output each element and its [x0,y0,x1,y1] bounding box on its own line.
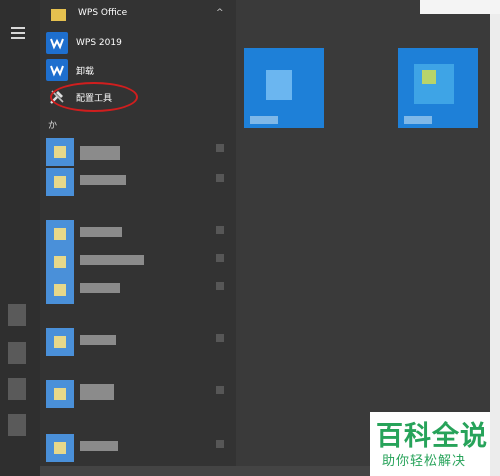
app-label: 卸载 [76,66,95,77]
app-item-wps-2019[interactable]: WPS 2019 [46,30,122,56]
folder-icon [51,9,66,21]
rail-blurred-icon[interactable] [8,342,26,364]
start-tile[interactable] [398,48,478,128]
watermark-title: 百科全说 [376,421,488,452]
left-rail [0,0,40,476]
watermark-subtitle: 助你轻松解决 [382,454,467,469]
rail-blurred-icon[interactable] [8,378,26,400]
rail-blurred-icon[interactable] [8,414,26,436]
rail-blurred-icon[interactable] [8,304,26,326]
desktop-edge [420,0,500,476]
watermark-logo: 百科全说 助你轻松解决 [370,412,490,476]
red-highlight-ellipse [50,82,138,112]
wps-icon [46,59,68,81]
group-wps-office[interactable]: WPS Office [78,8,127,18]
wps-icon [46,32,68,54]
taskbar-edge [40,466,370,476]
app-item-uninstall[interactable]: 卸载 [46,57,94,83]
section-header[interactable]: か [48,118,57,131]
collapse-chevron-icon[interactable]: ^ [216,8,224,18]
app-label: WPS 2019 [76,38,122,48]
start-tile[interactable] [244,48,324,128]
hamburger-menu-icon[interactable] [11,27,25,39]
